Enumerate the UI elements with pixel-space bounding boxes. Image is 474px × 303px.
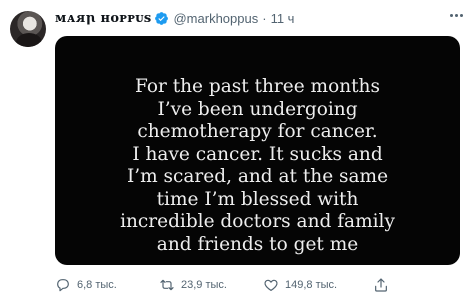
reply-count: 6,8 тыс. [77,279,117,291]
avatar[interactable] [10,11,46,47]
share-button[interactable] [373,277,395,293]
media-text-line: I’ve been undergoing [157,98,358,120]
like-button[interactable]: 149,8 тыс. [263,277,337,293]
retweet-count: 23,9 тыс. [181,279,227,291]
retweet-button[interactable]: 23,9 тыс. [159,277,227,293]
timestamp[interactable]: 11 ч [271,11,295,26]
like-count: 149,8 тыс. [285,279,338,291]
media-text-line: I have cancer. It sucks and [132,143,383,165]
tweet-media-image[interactable]: For the past three months I’ve been unde… [55,36,460,265]
media-text-line: chemotherapy for cancer. [137,121,378,142]
verified-badge-icon [154,11,169,26]
more-icon[interactable] [446,8,466,22]
reply-icon [57,279,69,292]
like-icon [264,279,278,291]
tweet-actions: 6,8 тыс. 23,9 тыс. 149,8 тыс. [55,277,460,293]
media-text-line: time I’m blessed with [156,188,359,210]
media-text-line: I’m scared, and at the same [126,166,389,187]
display-name[interactable]: ᴍᴀᴙꞃ ʜᴏᴘᴘᴜꜱ [55,11,151,26]
retweet-icon [160,279,174,291]
separator-dot: · [262,10,267,26]
reply-button[interactable]: 6,8 тыс. [55,277,117,293]
tweet-header: ᴍᴀᴙꞃ ʜᴏᴘᴘᴜꜱ @markhoppus · 11 ч [55,9,294,27]
media-text: For the past three months I’ve been unde… [55,76,460,256]
media-text-line: and friends to get me [156,233,359,255]
share-icon [375,278,387,292]
media-text-line: incredible doctors and family [120,211,395,232]
handle[interactable]: @markhoppus [173,11,258,26]
media-text-line: For the past three months [135,76,380,97]
